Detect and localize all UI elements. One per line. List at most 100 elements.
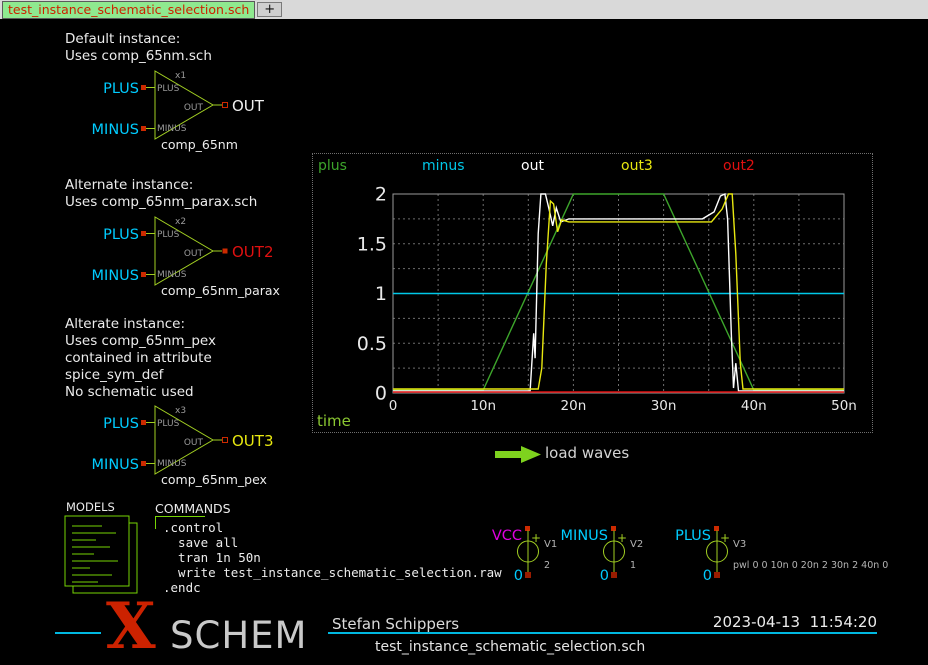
tab-active[interactable]: test_instance_schematic_selection.sch [2,1,255,19]
instance-designator: x2 [175,217,186,227]
instance-designator: x1 [175,71,186,81]
instance1-header: Default instance: Uses comp_65nm.sch [65,31,212,65]
instance3-header-line: spice_sym_def [65,367,216,384]
pin-square[interactable] [141,272,146,277]
author-name: Stefan Schippers [332,615,459,633]
y-tick-label: 2 [375,184,387,206]
net-label-vcc[interactable]: VCC [492,528,522,544]
pin-square-out[interactable] [223,249,228,254]
pin-square[interactable] [141,126,146,131]
legend-out2: out2 [723,158,755,174]
y-tick-label: 0 [375,383,387,405]
commands-code-line: tran 1n 50n [163,550,502,565]
legend-out3: out3 [621,158,653,174]
x-tick-label: 0 [389,398,398,414]
net-label-plus[interactable]: PLUS [103,416,139,432]
cell-name: comp_65nm [161,137,238,152]
net-label-minus[interactable]: MINUS [561,528,608,544]
instance2-header-line: Alternate instance: [65,177,257,194]
instance-designator: x3 [175,406,186,416]
pin-label-minus: MINUS [157,124,187,134]
net-label-gnd[interactable]: 0 [514,568,523,584]
waveform-plot-svg: 010n20n30n40n50n00.511.52plusminusoutout… [313,154,872,432]
pin-label-plus: PLUS [157,419,180,429]
timestamp: 2023-04-13 11:54:20 [640,613,877,631]
source-value: 1 [630,560,636,571]
x-axis-label: time [317,412,351,430]
pin-label-out: OUT [184,249,204,259]
models-block[interactable]: MODELS [60,495,160,597]
pin-square[interactable] [141,85,146,90]
net-label-minus[interactable]: MINUS [92,122,139,138]
sheet-title: test_instance_schematic_selection.sch [375,639,645,655]
source-designator: V1 [544,539,557,550]
net-label-minus[interactable]: MINUS [92,457,139,473]
xschem-logo-text: SCHEM [170,617,307,654]
pin-square[interactable] [714,526,719,531]
commands-code-line: .endc [163,580,502,595]
pin-label-out: OUT [184,438,204,448]
instance1-header-line: Default instance: [65,31,212,48]
x-tick-label: 30n [651,398,677,414]
pin-label-minus: MINUS [157,459,187,469]
pin-square-out[interactable] [223,103,228,108]
pin-square[interactable] [611,526,616,531]
comparator-instance-x1[interactable]: x1 PLUS OUT MINUS PLUS MINUS OUT comp_65… [95,62,295,157]
pin-square[interactable] [141,461,146,466]
pin-label-minus: MINUS [157,270,187,280]
net-label-out[interactable]: OUT3 [232,432,274,450]
pin-square[interactable] [611,572,617,578]
legend-minus: minus [422,158,465,174]
new-tab-button[interactable]: + [257,2,282,17]
polarity-plus-sign: + [531,531,541,545]
load-waves-arrow-icon[interactable] [493,443,543,465]
pin-square[interactable] [141,231,146,236]
polarity-plus-sign: + [720,531,730,545]
instance3-header: Alterate instance: Uses comp_65nm_pex co… [65,316,216,401]
commands-label: COMMANDS [155,501,231,516]
net-label-out[interactable]: OUT [232,97,265,115]
comparator-instance-x2[interactable]: x2 PLUS OUT MINUS PLUS MINUS OUT2 comp_6… [95,208,295,303]
comparator-instance-x3[interactable]: x3 PLUS OUT MINUS PLUS MINUS OUT3 comp_6… [95,397,295,492]
instance3-header-line: Alterate instance: [65,316,216,333]
legend-out: out [521,158,544,174]
x-tick-label: 10n [470,398,496,414]
net-label-plus[interactable]: PLUS [675,528,711,544]
pin-square-out[interactable] [223,438,228,443]
net-label-gnd[interactable]: 0 [703,568,712,584]
voltage-source-v3[interactable]: PLUS + V3 pwl 0 0 10n 0 20n 2 30n 2 40n … [684,521,928,585]
net-label-minus[interactable]: MINUS [92,268,139,284]
polarity-plus-sign: + [617,531,627,545]
xschem-logo-x: X [106,597,156,657]
cell-name: comp_65nm_parax [161,283,280,298]
footer-divider-line [328,632,877,634]
source-designator: V3 [733,539,746,550]
source-value: 2 [544,560,550,571]
pin-square[interactable] [141,420,146,425]
commands-code-line: save all [163,535,502,550]
net-label-plus[interactable]: PLUS [103,227,139,243]
commands-code-block[interactable]: .control save all tran 1n 50n write test… [163,520,502,595]
commands-code-line: .control [163,520,502,535]
net-label-gnd[interactable]: 0 [600,568,609,584]
pin-square[interactable] [525,572,531,578]
source-value: pwl 0 0 10n 0 20n 2 30n 2 40n 0 [733,560,888,571]
trace-out [393,194,844,391]
footer-left-line [55,632,101,634]
instance2-header: Alternate instance: Uses comp_65nm_parax… [65,177,257,211]
pin-label-out: OUT [184,103,204,113]
x-tick-label: 50n [831,398,857,414]
tab-bar: test_instance_schematic_selection.sch + [0,0,928,19]
pin-square[interactable] [525,526,530,531]
y-tick-label: 1.5 [357,233,387,255]
net-label-out[interactable]: OUT2 [232,243,274,261]
source-designator: V2 [630,539,643,550]
cell-name: comp_65nm_pex [161,472,267,487]
load-waves-launcher[interactable]: load waves [545,444,629,462]
instance3-header-line: contained in attribute [65,350,216,367]
waveform-graph[interactable]: 010n20n30n40n50n00.511.52plusminusoutout… [313,154,872,432]
pin-label-plus: PLUS [157,84,180,94]
pin-square[interactable] [714,572,720,578]
commands-code-line: write test_instance_schematic_selection.… [163,565,502,580]
net-label-plus[interactable]: PLUS [103,81,139,97]
